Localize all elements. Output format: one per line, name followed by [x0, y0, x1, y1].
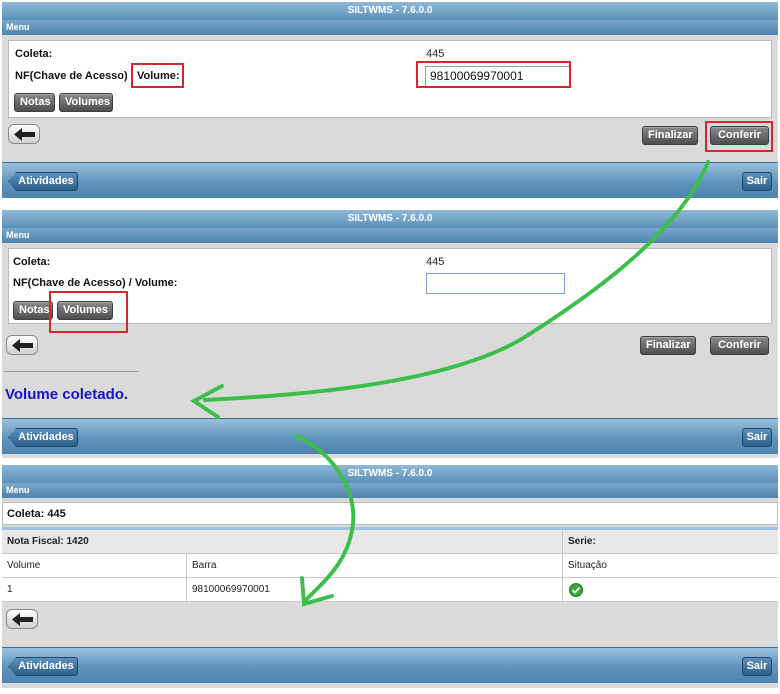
screen-volume-coletado: SILTWMS - 7.6.0.0 Menu Coleta: 445 NF(Ch…: [2, 210, 778, 458]
conferir-button[interactable]: Conferir: [710, 336, 769, 355]
sair-button[interactable]: Sair: [742, 657, 772, 676]
highlight-volume-label: [131, 63, 184, 88]
back-button[interactable]: [6, 609, 38, 629]
coleta-value: 445: [426, 48, 445, 60]
volumes-button[interactable]: Volumes: [59, 93, 113, 112]
notas-button[interactable]: Notas: [14, 93, 55, 112]
bottom-bar: Atividades Sair: [2, 647, 778, 683]
cell-situacao: [562, 578, 778, 601]
app-title: SILTWMS - 7.6.0.0: [2, 465, 778, 483]
app-title: SILTWMS - 7.6.0.0: [2, 2, 778, 20]
back-arrow-icon: [12, 613, 33, 626]
coleta-header-text: Coleta: 445: [7, 508, 66, 520]
highlight-volumes-button: [49, 291, 128, 333]
back-arrow-icon: [14, 128, 35, 141]
coleta-label: Coleta:: [15, 48, 53, 60]
atividades-button[interactable]: Atividades: [8, 172, 78, 191]
back-arrow-icon: [12, 339, 33, 352]
screen-volumes-list: SILTWMS - 7.6.0.0 Menu Coleta: 445 Nota …: [2, 465, 778, 688]
finalizar-button[interactable]: Finalizar: [642, 126, 698, 145]
form-panel: Coleta: 445 NF(Chave de Acesso) Volume: …: [8, 40, 772, 118]
app-title: SILTWMS - 7.6.0.0: [2, 210, 778, 228]
cell-volume: 1: [7, 584, 13, 595]
nf-volume-label: NF(Chave de Acesso) / Volume:: [13, 277, 178, 289]
finalizar-button[interactable]: Finalizar: [640, 336, 696, 355]
bottom-bar: Atividades Sair: [2, 418, 778, 454]
back-button[interactable]: [6, 335, 38, 355]
col-barra: Barra: [186, 554, 562, 577]
notas-button[interactable]: Notas: [13, 301, 53, 320]
check-ok-icon: [569, 583, 583, 597]
volume-input[interactable]: [426, 273, 565, 294]
status-message: Volume coletado.: [5, 386, 129, 403]
divider: [4, 371, 138, 372]
coleta-label: Coleta:: [13, 256, 51, 268]
table-group-header: Nota Fiscal: 1420 Serie:: [2, 530, 778, 554]
sair-button[interactable]: Sair: [742, 172, 772, 191]
highlight-conferir-button: [705, 121, 773, 152]
highlight-volume-input: [416, 61, 571, 88]
atividades-button[interactable]: Atividades: [8, 657, 78, 676]
menu-link[interactable]: Menu: [2, 20, 778, 35]
nota-fiscal-header: Nota Fiscal: 1420: [7, 536, 89, 547]
cell-barra: 98100069970001: [186, 578, 562, 601]
back-button[interactable]: [8, 124, 40, 144]
bottom-bar: Atividades Sair: [2, 162, 778, 198]
atividades-button[interactable]: Atividades: [8, 428, 78, 447]
coleta-value: 445: [426, 256, 445, 268]
menu-link[interactable]: Menu: [2, 228, 778, 243]
sair-button[interactable]: Sair: [742, 428, 772, 447]
table-header-row: Volume Barra Situação: [2, 554, 778, 578]
col-volume: Volume: [7, 560, 41, 571]
screen-conferir: SILTWMS - 7.6.0.0 Menu Coleta: 445 NF(Ch…: [2, 2, 778, 198]
serie-header: Serie:: [562, 530, 778, 553]
col-situacao: Situação: [562, 554, 778, 577]
menu-link[interactable]: Menu: [2, 483, 778, 498]
coleta-header: Coleta: 445: [2, 502, 778, 525]
table-row[interactable]: 1 98100069970001: [2, 578, 778, 602]
nf-label: NF(Chave de Acesso): [15, 70, 128, 82]
